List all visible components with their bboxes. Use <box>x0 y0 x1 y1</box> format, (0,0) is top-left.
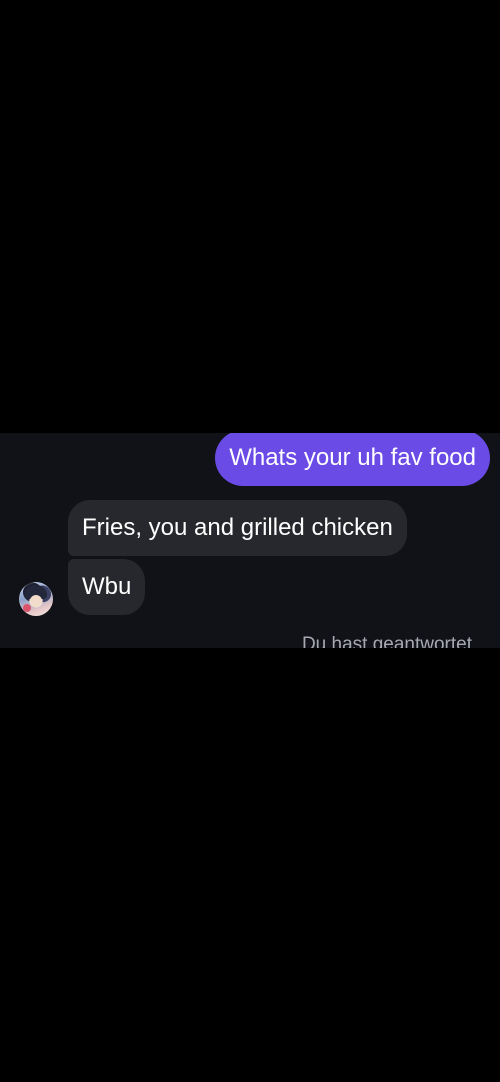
chat-thread: Whats your uh fav food Fries, you and gr… <box>0 433 500 648</box>
outgoing-message-bubble[interactable]: Whats your uh fav food <box>215 433 490 486</box>
reply-status-text: Du hast geantwortet <box>301 634 472 648</box>
avatar-accent-shape <box>23 604 31 612</box>
incoming-message-bubble[interactable]: Wbu <box>68 559 146 615</box>
incoming-message-bubble[interactable]: Fries, you and grilled chicken <box>68 500 407 556</box>
contact-avatar[interactable] <box>19 582 53 616</box>
avatar-face-shape <box>30 595 42 607</box>
